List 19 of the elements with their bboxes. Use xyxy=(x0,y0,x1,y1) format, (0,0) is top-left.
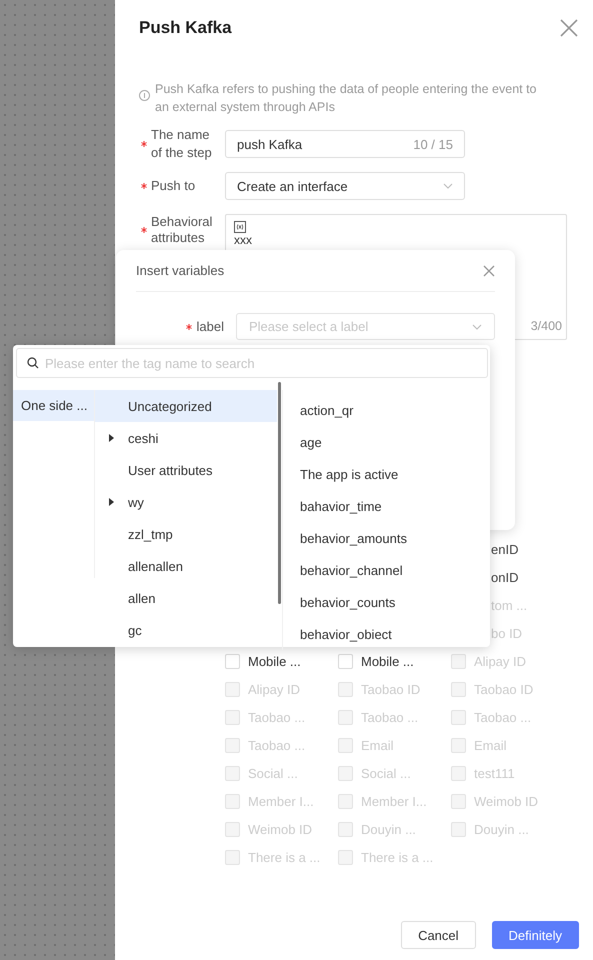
field-label: Behavioral attributes xyxy=(151,214,214,246)
checkbox-label: onID xyxy=(490,570,520,584)
info-text: Push Kafka refers to pushing the data of people entering the event to an external system through APIs xyxy=(155,81,538,116)
category-label: gc xyxy=(128,622,142,638)
field-label: label xyxy=(196,319,224,334)
field-label: Push to xyxy=(151,177,196,195)
variable-text: xxx xyxy=(234,234,252,247)
category-label: wy xyxy=(128,494,144,510)
category-label: User attributes xyxy=(128,462,213,478)
category-label: allenallen xyxy=(128,558,183,574)
checkbox-label: enID xyxy=(490,542,520,556)
category-label: Uncategorized xyxy=(128,398,212,414)
field-label: The name of the step xyxy=(151,126,213,162)
dialog-title: Insert variables xyxy=(136,263,224,278)
char-counter: 3/400 xyxy=(530,319,562,333)
category-label: ceshi xyxy=(128,430,158,446)
category-label: allen xyxy=(128,590,156,606)
drawer-title: Push Kafka xyxy=(139,18,232,38)
category-label: zzl_tmp xyxy=(128,526,173,542)
